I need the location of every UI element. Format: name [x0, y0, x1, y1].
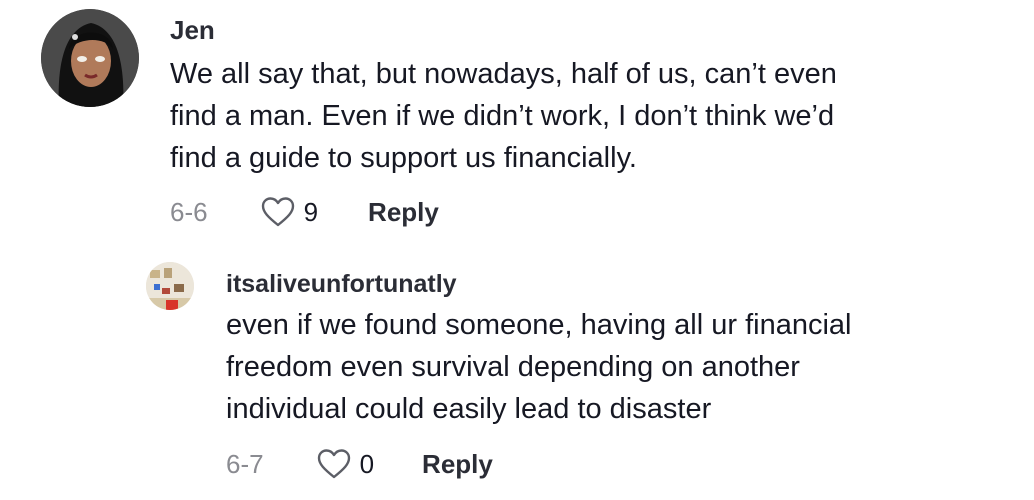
comment-username[interactable]: itsaliveunfortunatly — [226, 270, 457, 299]
avatar[interactable] — [41, 9, 139, 107]
comment-date: 6-7 — [226, 448, 264, 479]
heart-outline-icon — [260, 196, 296, 228]
heart-outline-icon — [316, 448, 352, 480]
comment-username[interactable]: Jen — [170, 15, 215, 46]
comment-meta: 6-7 0 Reply — [226, 447, 493, 481]
avatar[interactable] — [146, 262, 194, 310]
like-count: 9 — [303, 196, 319, 227]
reply-button[interactable]: Reply — [422, 449, 493, 480]
comment-jen: Jen We all say that, but nowadays, half … — [0, 0, 1034, 240]
comment-text: even if we found someone, having all ur … — [226, 304, 852, 430]
comment-text-line: freedom even survival depending on anoth… — [226, 351, 800, 383]
comment-text-line: We all say that, but nowadays, half of u… — [170, 58, 837, 90]
comment-reply: itsaliveunfortunatly even if we found so… — [0, 245, 1034, 495]
comment-text: We all say that, but nowadays, half of u… — [170, 53, 837, 179]
reply-button[interactable]: Reply — [368, 197, 439, 228]
comment-text-line: find a guide to support us financially. — [170, 142, 637, 174]
comment-text-line: individual could easily lead to disaster — [226, 393, 712, 425]
comment-date: 6-6 — [170, 196, 208, 227]
comment-text-line: find a man. Even if we didn’t work, I do… — [170, 100, 835, 132]
comment-meta: 6-6 9 Reply — [170, 195, 439, 229]
like-button[interactable]: 9 — [260, 196, 318, 228]
like-button[interactable]: 0 — [316, 448, 374, 480]
like-count: 0 — [359, 448, 375, 479]
comment-text-line: even if we found someone, having all ur … — [226, 309, 852, 341]
